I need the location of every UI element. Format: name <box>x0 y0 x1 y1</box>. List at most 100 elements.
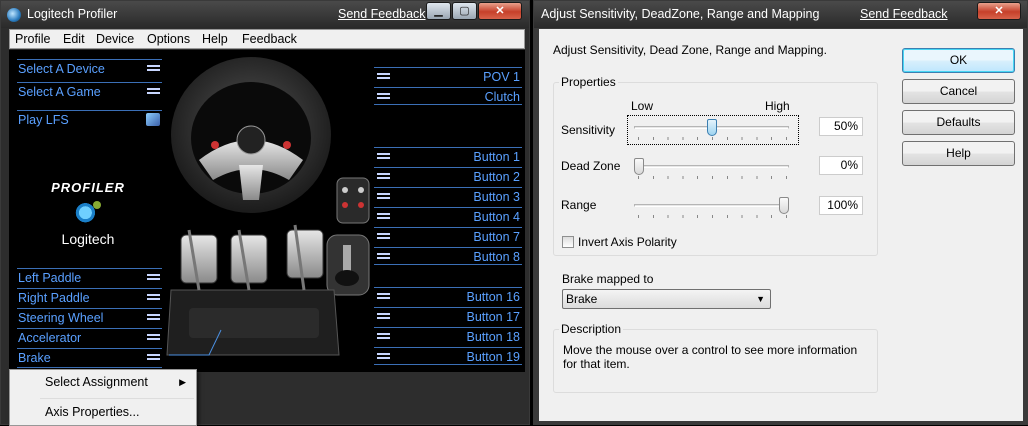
profiler-titlebar[interactable]: Logitech Profiler Send Feedback ▁ ▢ ✕ <box>1 1 529 28</box>
accelerator-item[interactable]: Accelerator <box>17 328 162 347</box>
right-paddle-label: Right Paddle <box>18 291 90 305</box>
minimize-icon: ▁ <box>434 5 443 17</box>
logitech-brand: Logitech <box>61 231 115 247</box>
profiler-logo: PROFILER Logitech <box>29 180 147 247</box>
adjust-dialog: Adjust Sensitivity, DeadZone, Range and … <box>533 0 1028 425</box>
send-feedback-link[interactable]: Send Feedback <box>860 7 948 21</box>
context-menu: Select Assignment ▶ Axis Properties... <box>9 369 197 426</box>
brake-mapping-value: Brake <box>566 292 598 306</box>
dropdown-arrow-icon: ▼ <box>756 294 765 304</box>
assignment-icon <box>377 213 390 219</box>
properties-title: Properties <box>559 75 618 89</box>
close-button[interactable]: ✕ <box>478 2 522 20</box>
assignment-icon <box>377 93 390 99</box>
invert-axis-checkbox[interactable] <box>562 236 574 248</box>
window-title: Logitech Profiler <box>27 7 118 21</box>
axis-properties-label: Axis Properties... <box>45 405 140 419</box>
button-7-item[interactable]: Button 7 <box>374 227 522 245</box>
maximize-icon: ▢ <box>459 5 470 17</box>
menu-feedback[interactable]: Feedback <box>242 32 297 46</box>
assignment-icon <box>377 253 390 259</box>
clutch-item[interactable]: Clutch <box>374 87 522 105</box>
button-1-item[interactable]: Button 1 <box>374 147 522 165</box>
button-17-item[interactable]: Button 17 <box>374 307 522 325</box>
deadzone-track[interactable] <box>634 165 789 168</box>
pov-1-item[interactable]: POV 1 <box>374 67 522 85</box>
button-1-label: Button 1 <box>473 150 520 164</box>
menu-help[interactable]: Help <box>202 32 228 46</box>
dialog-client: Adjust Sensitivity, Dead Zone, Range and… <box>539 29 1023 421</box>
ok-button[interactable]: OK <box>902 48 1015 73</box>
select-game-item[interactable]: Select A Game <box>17 82 162 101</box>
button-18-label: Button 18 <box>466 330 520 344</box>
button-8-item[interactable]: Button 8 <box>374 247 522 265</box>
sensitivity-slider-thumb[interactable] <box>706 119 717 136</box>
adjust-titlebar[interactable]: Adjust Sensitivity, DeadZone, Range and … <box>534 1 1027 28</box>
close-icon: ✕ <box>994 5 1004 17</box>
menu-profile[interactable]: Profile <box>15 32 50 46</box>
button-17-label: Button 17 <box>466 310 520 324</box>
left-paddle-item[interactable]: Left Paddle <box>17 268 162 287</box>
defaults-button[interactable]: Defaults <box>902 110 1015 135</box>
play-lfs-item[interactable]: Play LFS <box>17 110 162 129</box>
menu-options[interactable]: Options <box>147 32 190 46</box>
accelerator-label: Accelerator <box>18 331 82 345</box>
deadzone-slider-thumb[interactable] <box>634 158 644 175</box>
assignment-icon <box>377 73 390 79</box>
assignment-icon <box>377 353 390 359</box>
help-button[interactable]: Help <box>902 141 1015 166</box>
menu-separator <box>40 398 194 399</box>
sensitivity-ticks <box>638 137 788 140</box>
device-canvas: Select A Device Select A Game Play LFS P… <box>9 50 525 372</box>
menu-bar: Profile Edit Device Options Help Feedbac… <box>9 29 525 49</box>
right-paddle-item[interactable]: Right Paddle <box>17 288 162 307</box>
menu-edit[interactable]: Edit <box>63 32 85 46</box>
button-3-item[interactable]: Button 3 <box>374 187 522 205</box>
low-label: Low <box>631 99 654 113</box>
lfs-game-icon <box>146 113 160 126</box>
close-button[interactable]: ✕ <box>977 2 1021 20</box>
button-18-item[interactable]: Button 18 <box>374 327 522 345</box>
range-slider-thumb[interactable] <box>779 197 789 214</box>
profiler-window: Logitech Profiler Send Feedback ▁ ▢ ✕ Pr… <box>0 0 530 426</box>
button-19-label: Button 19 <box>466 350 520 364</box>
button-7-label: Button 7 <box>473 230 520 244</box>
description-title: Description <box>559 322 624 336</box>
button-2-item[interactable]: Button 2 <box>374 167 522 185</box>
button-4-item[interactable]: Button 4 <box>374 207 522 225</box>
pov-1-label: POV 1 <box>483 70 520 84</box>
maximize-button[interactable]: ▢ <box>452 2 477 20</box>
button-8-label: Button 8 <box>473 250 520 264</box>
button-16-item[interactable]: Button 16 <box>374 287 522 305</box>
range-track[interactable] <box>634 204 789 207</box>
close-icon: ✕ <box>495 5 505 17</box>
assignment-icon <box>377 313 390 319</box>
deadzone-label: Dead Zone <box>561 159 621 173</box>
sensitivity-label: Sensitivity <box>561 123 616 137</box>
button-19-item[interactable]: Button 19 <box>374 347 522 365</box>
assignment-icon <box>377 153 390 159</box>
assignment-icon <box>377 293 390 299</box>
submenu-arrow-icon: ▶ <box>179 377 186 387</box>
wheel-pedals-image <box>166 57 370 356</box>
steering-wheel-item[interactable]: Steering Wheel <box>17 308 162 327</box>
brake-item[interactable]: Brake <box>17 348 162 368</box>
send-feedback-link[interactable]: Send Feedback <box>338 7 426 21</box>
select-device-item[interactable]: Select A Device <box>17 59 162 78</box>
steering-wheel-label: Steering Wheel <box>18 311 104 325</box>
sensitivity-value: 50% <box>819 117 863 136</box>
cancel-button[interactable]: Cancel <box>902 79 1015 104</box>
select-assignment-menu-item[interactable]: Select Assignment ▶ <box>10 370 196 394</box>
invert-axis-label: Invert Axis Polarity <box>578 235 677 249</box>
assignment-icon <box>377 173 390 179</box>
mapping-group: Brake mapped to Brake ▼ <box>553 266 878 311</box>
deadzone-ticks <box>638 176 788 179</box>
play-lfs-label: Play LFS <box>18 113 69 127</box>
brake-mapping-select[interactable]: Brake ▼ <box>562 289 771 309</box>
select-assignment-label: Select Assignment <box>45 375 148 389</box>
dialog-title: Adjust Sensitivity, DeadZone, Range and … <box>541 7 820 21</box>
mapping-title: Brake mapped to <box>562 272 654 286</box>
menu-device[interactable]: Device <box>96 32 134 46</box>
minimize-button[interactable]: ▁ <box>426 2 451 20</box>
axis-properties-menu-item[interactable]: Axis Properties... <box>10 400 196 424</box>
